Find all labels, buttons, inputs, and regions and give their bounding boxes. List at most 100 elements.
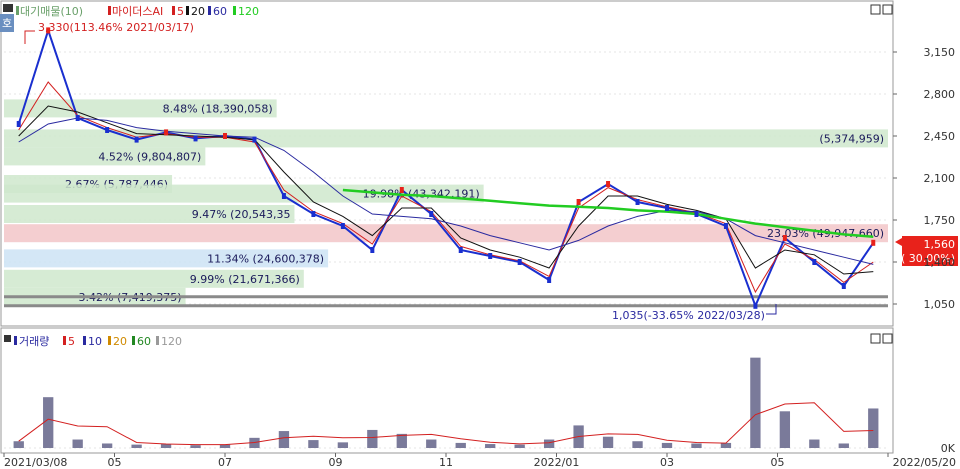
price-candle — [164, 129, 169, 136]
price-y-axis: 3,150 2,800 2,450 2,100 1,750 1,400 1,050 — [893, 46, 955, 311]
price-legend: 대기매물(10) 마이더스AI 5 20 60 120 — [16, 5, 259, 18]
legend-ma120: 120 — [238, 5, 259, 18]
price-candle — [782, 235, 787, 241]
price-candle — [16, 121, 21, 127]
price-candle — [429, 211, 434, 217]
volume-bar — [219, 444, 231, 448]
price-panel-close-button[interactable] — [882, 4, 893, 15]
price-candle — [665, 205, 669, 211]
volume-panel-close-button[interactable] — [882, 333, 893, 344]
resistance-band-label: 11.34% (24,600,378) — [207, 252, 324, 265]
volume-legend-60: 60 — [137, 335, 151, 348]
volume-bar — [337, 442, 349, 448]
low-annotation: 1,035(-33.65% 2022/03/28) — [612, 309, 765, 322]
volume-bar — [131, 444, 142, 448]
price-y-tick-label: 2,450 — [924, 130, 956, 143]
price-candle — [252, 136, 257, 143]
volume-bar — [190, 445, 201, 448]
current-price-arrow — [895, 238, 902, 246]
price-candle — [281, 193, 286, 199]
volume-bar — [43, 397, 54, 448]
x-tick-label: 05 — [771, 456, 785, 469]
price-candle — [193, 135, 198, 142]
volume-bar — [514, 444, 525, 448]
volume-bar — [602, 436, 614, 448]
volume-bar — [278, 431, 290, 448]
x-tick-label: 07 — [218, 456, 232, 469]
volume-bar — [691, 443, 702, 448]
price-candle — [635, 199, 640, 205]
price-candle — [517, 259, 522, 265]
volume-bar — [809, 439, 820, 448]
price-candle — [871, 239, 876, 246]
x-tick-label: 09 — [329, 456, 343, 469]
volume-legend-5: 5 — [68, 335, 75, 348]
volume-y-tick-label: 0K — [941, 442, 956, 455]
legend-main: 대기매물(10) — [20, 5, 83, 18]
volume-bar — [367, 429, 378, 448]
x-tick-label: 05 — [108, 456, 122, 469]
volume-bar — [632, 441, 643, 448]
price-candle — [311, 211, 316, 217]
legend-ma20: 20 — [191, 5, 205, 18]
volume-bar — [101, 443, 113, 448]
panel-toggle[interactable] — [3, 4, 13, 12]
resistance-band-label: 8.48% (18,390,058) — [163, 102, 273, 115]
x-tick-label: 2022/05/20 — [893, 456, 956, 469]
volume-bar — [779, 411, 791, 448]
volume-bar — [426, 439, 437, 448]
volume-bar — [661, 442, 673, 448]
price-candle — [841, 283, 846, 289]
resistance-band-label: 4.52% (9,804,807) — [98, 150, 201, 163]
price-candle — [458, 247, 463, 253]
price-candle — [812, 259, 817, 265]
price-candle — [488, 253, 493, 259]
volume-bar — [160, 444, 172, 448]
volume-legend-10: 10 — [88, 335, 102, 348]
resistance-band-label: 9.99% (21,671,366) — [190, 273, 300, 286]
price-candle — [723, 223, 728, 229]
price-candle — [340, 223, 345, 229]
price-y-tick-label: 1,050 — [924, 298, 956, 311]
volume-panel-restore-button[interactable] — [870, 333, 881, 344]
side-tag-label: 호 — [2, 17, 12, 30]
price-candle — [753, 302, 758, 309]
high-annotation: 3,330(113.46% 2021/03/17) — [38, 21, 194, 34]
x-tick-label: 11 — [439, 456, 453, 469]
volume-bar — [308, 440, 319, 448]
volume-bar — [72, 439, 83, 448]
x-axis: 2021/03/08 05 07 09 11 2022/01 03 05 2022/05/20 — [3, 453, 956, 469]
x-tick-label: 2022/01 — [534, 456, 580, 469]
volume-bar — [838, 443, 849, 448]
price-candle — [105, 127, 110, 133]
current-price: 1,560 — [924, 238, 956, 251]
volume-bar — [485, 444, 496, 448]
stock-chart: 8.48% (18,390,058)4.52% (9,804,807)2.67%… — [0, 0, 958, 469]
price-panel-restore-button[interactable] — [870, 4, 881, 15]
volume-legend-20: 20 — [113, 335, 127, 348]
volume-bar — [13, 441, 24, 448]
price-candle — [134, 136, 139, 143]
price-candle — [75, 115, 80, 121]
price-candle — [223, 133, 227, 139]
resistance-band-label: (5,374,959) — [819, 132, 884, 145]
price-candle — [694, 211, 699, 217]
volume-bar — [868, 408, 879, 448]
price-y-tick-label: 2,800 — [924, 88, 956, 101]
legend-ma5: 5 — [177, 5, 184, 18]
legend-ma60: 60 — [213, 5, 227, 18]
volume-bar — [750, 357, 761, 448]
volume-legend-120: 120 — [161, 335, 182, 348]
volume-legend-title: 거래량 — [19, 335, 49, 348]
price-y-tick-label: 3,150 — [924, 46, 956, 59]
price-y-tick-label: 2,100 — [924, 172, 956, 185]
x-tick-label: 03 — [660, 456, 674, 469]
price-candle — [547, 277, 552, 283]
volume-bar — [455, 442, 466, 448]
x-tick-label: 2021/03/08 — [4, 456, 67, 469]
price-y-tick-label: 1,750 — [924, 214, 956, 227]
volume-bar — [543, 439, 555, 448]
price-y-tick-label: 1,400 — [924, 256, 956, 269]
legend-title: 마이더스AI — [112, 5, 163, 18]
price-candle — [576, 199, 581, 205]
